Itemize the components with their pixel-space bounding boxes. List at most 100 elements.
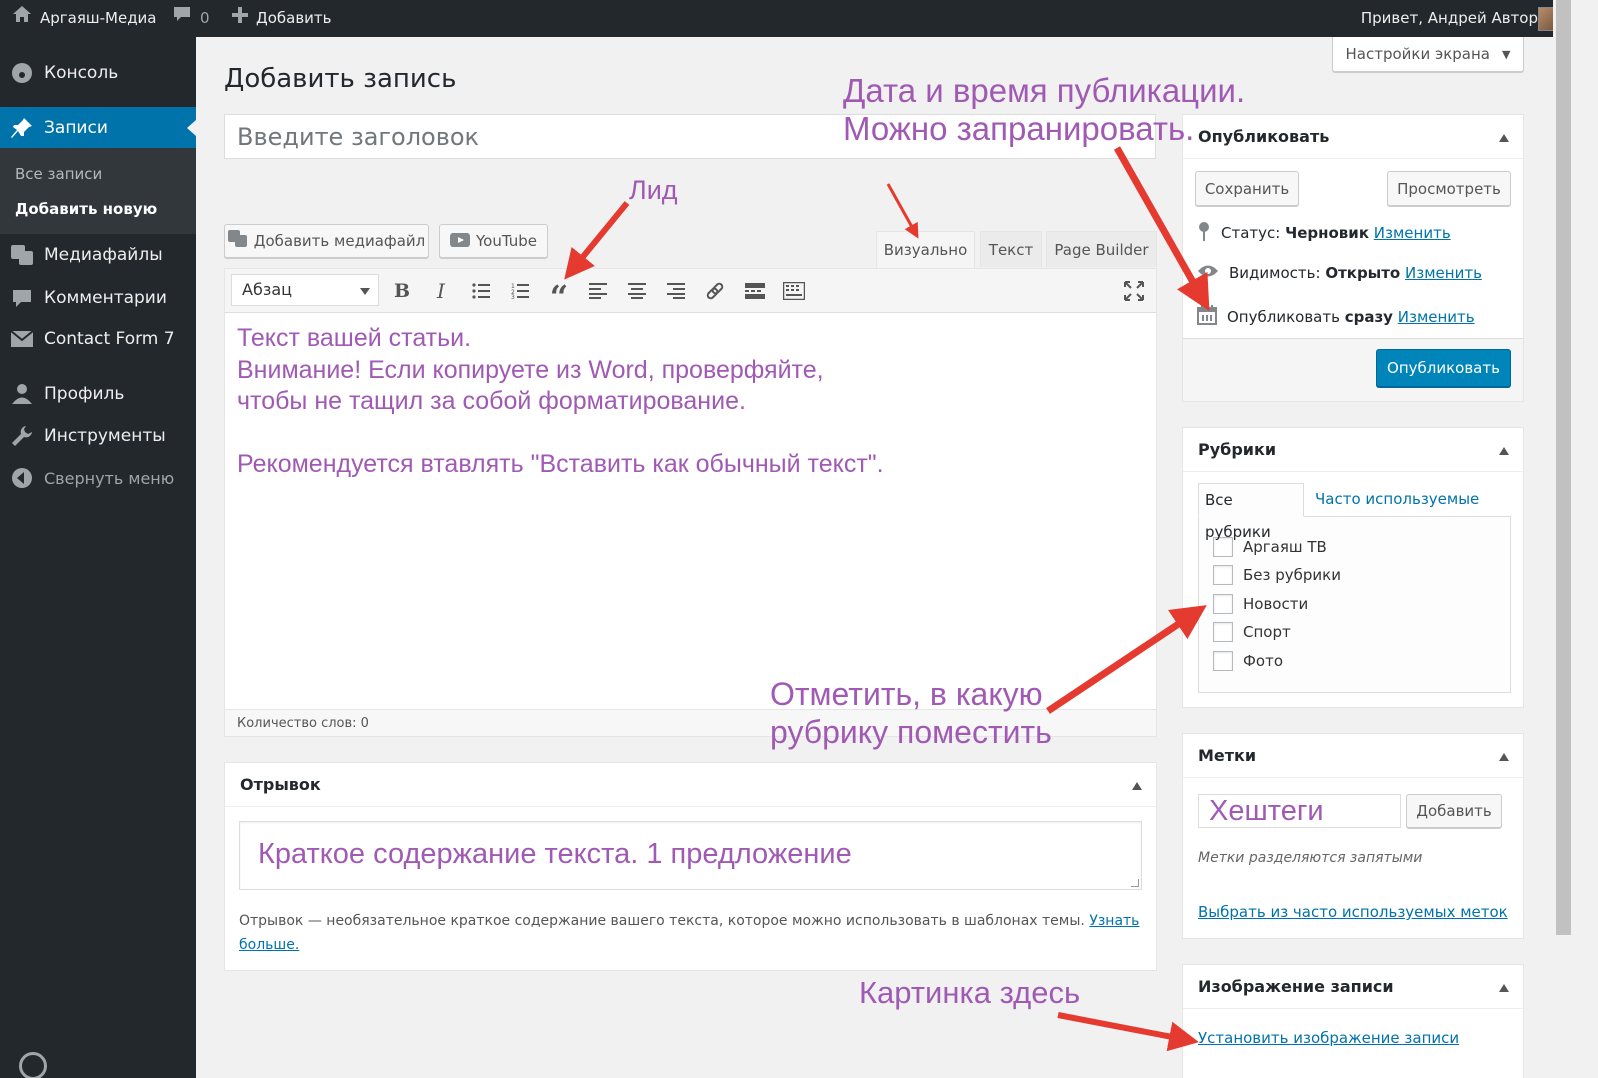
fullscreen-button[interactable] [1119,276,1149,306]
category-item[interactable]: Новости [1213,594,1308,614]
content-line: Внимание! Если копируете из Word, провер… [237,355,824,384]
content-line: Рекомендуется втавлять "Вставить как обы… [237,449,884,478]
excerpt-help: Отрывок — необязательное краткое содержа… [239,913,1140,953]
align-right-button[interactable] [661,276,691,306]
annotation-image: Картинка здесь [859,975,1081,1010]
bullet-list-icon [472,283,490,299]
toolbar-toggle-button[interactable] [779,276,809,306]
bullet-list-button[interactable] [466,276,496,306]
submenu-add-new[interactable]: Добавить новую [15,200,157,218]
my-account-link[interactable]: Привет, Андрей Автор [1361,0,1538,37]
tag-input[interactable]: Хештеги [1198,794,1401,828]
collapse-menu-button[interactable]: Свернуть меню [0,457,196,499]
arrow-lead [564,201,630,280]
publish-button[interactable]: Опубликовать [1376,349,1511,387]
tags-box: Метки Хештеги Добавить Метки разделяются… [1182,733,1524,939]
italic-button[interactable]: I [426,276,456,306]
add-media-label: Добавить медиафайл [253,232,426,250]
excerpt-textarea[interactable]: Краткое содержание текста. 1 предложение [239,821,1142,890]
tab-all-categories[interactable]: Все рубрики [1198,483,1304,541]
scrollbar-thumb[interactable] [1553,0,1571,935]
category-checkbox[interactable] [1213,622,1233,642]
site-name-link[interactable]: Аргаяш-Медиа [12,0,157,37]
preview-button[interactable]: Просмотреть [1387,171,1511,206]
screen-options-button[interactable]: Настройки экрана ▼ [1332,37,1524,72]
sidebar-item-label: Медиафайлы [44,245,163,265]
toggle-arrow-icon[interactable] [1499,984,1509,992]
format-select[interactable]: Абзац [231,274,379,306]
sidebar-item-contact-form[interactable]: Contact Form 7 [0,318,196,360]
annotation-lead: Лид [629,175,678,205]
save-draft-button[interactable]: Сохранить [1195,171,1299,206]
edit-schedule-link[interactable]: Изменить [1398,308,1475,326]
category-checkbox[interactable] [1213,594,1233,614]
visibility-row: Видимость: Открыто Изменить [1197,264,1482,282]
new-content-link[interactable]: Добавить [232,0,332,37]
set-featured-image-link[interactable]: Установить изображение записи [1198,1029,1459,1047]
toggle-arrow-icon[interactable] [1499,447,1509,455]
youtube-icon [450,230,470,252]
read-more-button[interactable] [740,276,770,306]
tab-popular-categories[interactable]: Часто используемые [1315,490,1479,508]
choose-tags-link[interactable]: Выбрать из часто используемых меток [1198,903,1508,921]
featured-image-title[interactable]: Изображение записи [1183,965,1523,1009]
align-left-button[interactable] [583,276,613,306]
sidebar-item-profile[interactable]: Профиль [0,373,196,415]
tags-title[interactable]: Метки [1183,734,1523,778]
keyboard-icon [783,282,805,300]
insert-link-button[interactable] [700,276,730,306]
comments-count: 0 [200,9,210,27]
editor-content[interactable]: Текст вашей статьи. Внимание! Если копир… [237,323,1137,480]
category-item[interactable]: Спорт [1213,622,1291,642]
tab-text[interactable]: Текст [980,231,1042,267]
media-icon [227,230,248,252]
resize-handle-icon[interactable] [1131,879,1139,887]
sidebar-item-tools[interactable]: Инструменты [0,415,196,457]
align-left-icon [589,283,607,299]
add-label: Добавить [256,9,332,27]
comment-icon [0,288,44,308]
align-center-button[interactable] [622,276,652,306]
comments-link[interactable]: 0 [172,0,210,37]
annotation-category: Отметить, в какую рубрику поместить [770,676,1052,750]
sidebar-item-label: Консоль [44,63,119,83]
tags-hint: Метки разделяются запятыми [1198,850,1423,866]
excerpt-title[interactable]: Отрывок [225,763,1156,807]
category-checkbox[interactable] [1213,565,1233,585]
categories-title[interactable]: Рубрики [1183,428,1523,472]
submenu-all-posts[interactable]: Все записи [15,165,102,183]
tab-visual[interactable]: Визуально [876,231,975,268]
sidebar-item-label: Contact Form 7 [44,329,175,349]
align-center-icon [628,283,646,299]
edit-status-link[interactable]: Изменить [1374,224,1451,242]
category-item[interactable]: Фото [1213,651,1283,671]
featured-image-box: Изображение записи Установить изображени… [1182,964,1524,1078]
toggle-arrow-icon[interactable] [1132,782,1142,790]
categories-box: Рубрики Все рубрики Часто используемые А… [1182,427,1524,708]
tab-page-builder[interactable]: Page Builder [1046,231,1157,267]
add-media-button[interactable]: Добавить медиафайл [224,224,429,258]
sidebar-item-console[interactable]: Консоль [0,52,196,94]
calendar-icon [1197,305,1217,329]
sidebar-item-media[interactable]: Медиафайлы [0,234,196,276]
edit-visibility-link[interactable]: Изменить [1405,264,1482,282]
media-icon [0,244,44,266]
site-name: Аргаяш-Медиа [40,9,157,27]
sidebar-item-posts[interactable]: Записи [0,107,196,149]
sidebar-item-comments[interactable]: Комментарии [0,277,196,319]
sidebar-item-label: Инструменты [44,426,166,446]
add-tag-button[interactable]: Добавить [1406,794,1502,828]
numbered-list-button[interactable]: 123 [505,276,535,306]
blockquote-button[interactable]: “ [544,276,574,313]
category-checkbox[interactable] [1213,651,1233,671]
category-item[interactable]: Без рубрики [1213,565,1341,585]
caret-down-icon: ▼ [1502,47,1511,61]
mail-icon [0,331,44,347]
bold-button[interactable]: B [387,276,417,306]
youtube-button[interactable]: YouTube [439,224,548,258]
numbered-list-icon: 123 [511,283,529,299]
toggle-arrow-icon[interactable] [1499,753,1509,761]
comment-bubble-icon [172,0,192,37]
pin-icon [0,117,44,139]
toggle-arrow-icon[interactable] [1499,134,1509,142]
